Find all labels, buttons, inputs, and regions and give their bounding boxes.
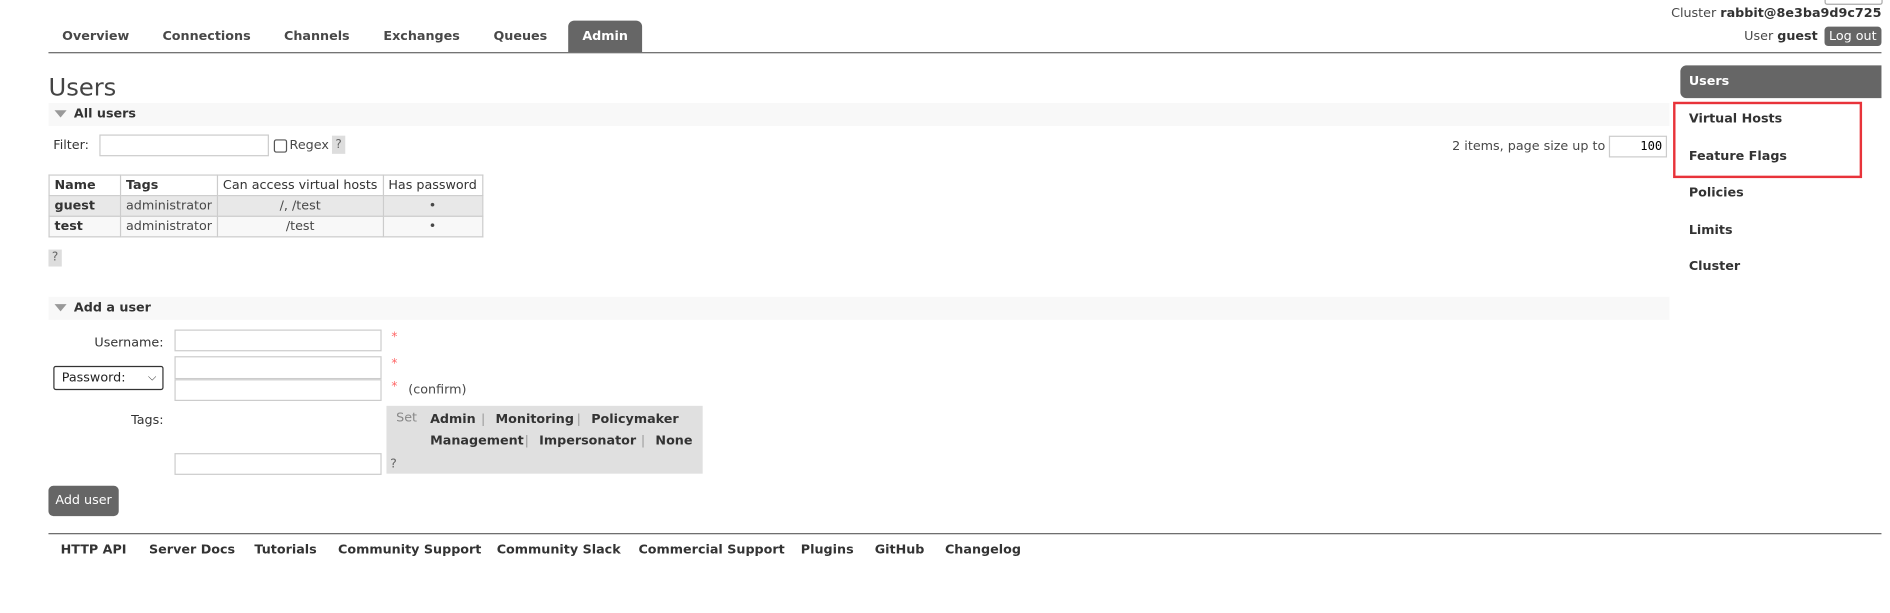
collapse-triangle-icon <box>54 304 67 312</box>
chevron-down-icon: ⌵ <box>148 371 157 385</box>
footer-link-plugins[interactable]: Plugins <box>801 543 854 558</box>
password-type-select[interactable]: Password: ⌵ <box>53 365 164 391</box>
sidebar-item-policies[interactable]: Policies <box>1689 185 1744 200</box>
sidebar-item-cluster[interactable]: Cluster <box>1689 259 1740 274</box>
user-vhosts-cell: /test <box>216 215 384 238</box>
footer-divider <box>48 533 1882 535</box>
footer-link-http-api[interactable]: HTTP API <box>61 543 127 558</box>
user-vhosts-cell: /, /test <box>216 195 384 217</box>
user-has-password-cell: • <box>382 195 483 217</box>
tab-exchanges[interactable]: Exchanges <box>371 21 473 52</box>
required-marker: * <box>391 357 398 371</box>
separator: | <box>524 433 529 449</box>
users-table: Name Tags Can access virtual hosts Has p… <box>48 174 483 238</box>
column-header-name[interactable]: Name <box>48 174 122 197</box>
filter-label: Filter: <box>53 138 89 153</box>
cluster-info: Cluster rabbit@8e3ba9d9c725 <box>1671 6 1881 21</box>
tags-input[interactable] <box>174 453 382 475</box>
user-name-cell[interactable]: guest <box>48 195 122 217</box>
rabbitmq-management-page: Overview Connections Channels Exchanges … <box>0 0 1890 613</box>
regex-label: Regex <box>289 138 329 153</box>
footer-link-tutorials[interactable]: Tutorials <box>254 543 316 558</box>
tag-policymaker[interactable]: Policymaker <box>591 412 678 427</box>
tag-impersonator[interactable]: Impersonator <box>539 434 636 449</box>
confirm-label: (confirm) <box>408 382 467 398</box>
username-input[interactable] <box>174 329 382 352</box>
top-select-partial[interactable] <box>1824 0 1883 5</box>
tag-management[interactable]: Management <box>430 434 524 449</box>
tag-none[interactable]: None <box>655 434 692 449</box>
user-has-password-cell: • <box>382 215 483 238</box>
section-title: All users <box>73 106 137 122</box>
password-confirm-input[interactable] <box>174 379 382 402</box>
table-row[interactable]: guest administrator /, /test • <box>48 195 483 217</box>
required-marker: * <box>391 330 398 345</box>
user-info: User guest Log out <box>1744 26 1882 47</box>
cluster-name: rabbit@8e3ba9d9c725 <box>1720 6 1882 21</box>
user-name: guest <box>1777 29 1818 44</box>
sidebar-item-limits[interactable]: Limits <box>1689 223 1733 238</box>
password-select-value: Password: <box>61 370 126 386</box>
items-count-text: 2 items, page size up to <box>1452 139 1606 154</box>
tags-help-button[interactable]: ? <box>390 457 397 472</box>
column-header-tags[interactable]: Tags <box>119 174 219 197</box>
tab-connections[interactable]: Connections <box>150 21 263 52</box>
footer-link-community-slack[interactable]: Community Slack <box>497 543 621 558</box>
footer-link-commercial-support[interactable]: Commercial Support <box>638 543 784 558</box>
separator: | <box>480 411 486 427</box>
user-label: User <box>1744 29 1774 44</box>
footer-link-community-support[interactable]: Community Support <box>338 543 481 558</box>
tag-monitoring[interactable]: Monitoring <box>496 412 574 427</box>
cluster-label: Cluster <box>1671 6 1717 21</box>
nav-divider <box>48 52 1882 54</box>
user-tags-cell: administrator <box>119 195 219 217</box>
tab-queues[interactable]: Queues <box>481 21 560 52</box>
table-help-button[interactable]: ? <box>48 249 62 267</box>
all-users-section-header[interactable]: All users <box>48 102 1670 126</box>
highlight-box <box>1673 101 1863 179</box>
add-user-section-header[interactable]: Add a user <box>48 296 1670 320</box>
filter-input[interactable] <box>99 134 269 157</box>
user-tags-cell: administrator <box>119 215 219 238</box>
footer-link-github[interactable]: GitHub <box>875 543 925 558</box>
password-input[interactable] <box>174 356 382 380</box>
set-label: Set <box>396 410 418 426</box>
user-name-cell[interactable]: test <box>48 215 122 238</box>
column-header-vhosts: Can access virtual hosts <box>216 174 384 197</box>
column-header-has-password: Has password <box>382 174 483 197</box>
table-row[interactable]: test administrator /test • <box>48 215 483 238</box>
section-title: Add a user <box>73 300 151 315</box>
required-marker: * <box>391 380 398 394</box>
username-label: Username: <box>94 335 164 351</box>
add-user-button[interactable]: Add user <box>48 485 119 517</box>
filter-help-button[interactable]: ? <box>331 135 346 154</box>
separator: | <box>576 411 581 427</box>
page-title: Users <box>48 72 117 102</box>
tab-channels[interactable]: Channels <box>271 21 362 52</box>
logout-button[interactable]: Log out <box>1824 26 1882 47</box>
tab-overview[interactable]: Overview <box>48 21 142 52</box>
footer-link-server-docs[interactable]: Server Docs <box>149 543 235 558</box>
footer-link-changelog[interactable]: Changelog <box>945 543 1021 558</box>
tag-admin[interactable]: Admin <box>430 412 476 427</box>
separator: | <box>640 433 646 449</box>
tags-label: Tags: <box>131 413 164 428</box>
page-size-input[interactable] <box>1608 135 1668 158</box>
regex-checkbox[interactable] <box>273 139 288 153</box>
collapse-triangle-icon <box>54 110 67 118</box>
sidebar-item-users-label[interactable]: Users <box>1689 74 1729 89</box>
tab-admin[interactable]: Admin <box>568 20 643 53</box>
